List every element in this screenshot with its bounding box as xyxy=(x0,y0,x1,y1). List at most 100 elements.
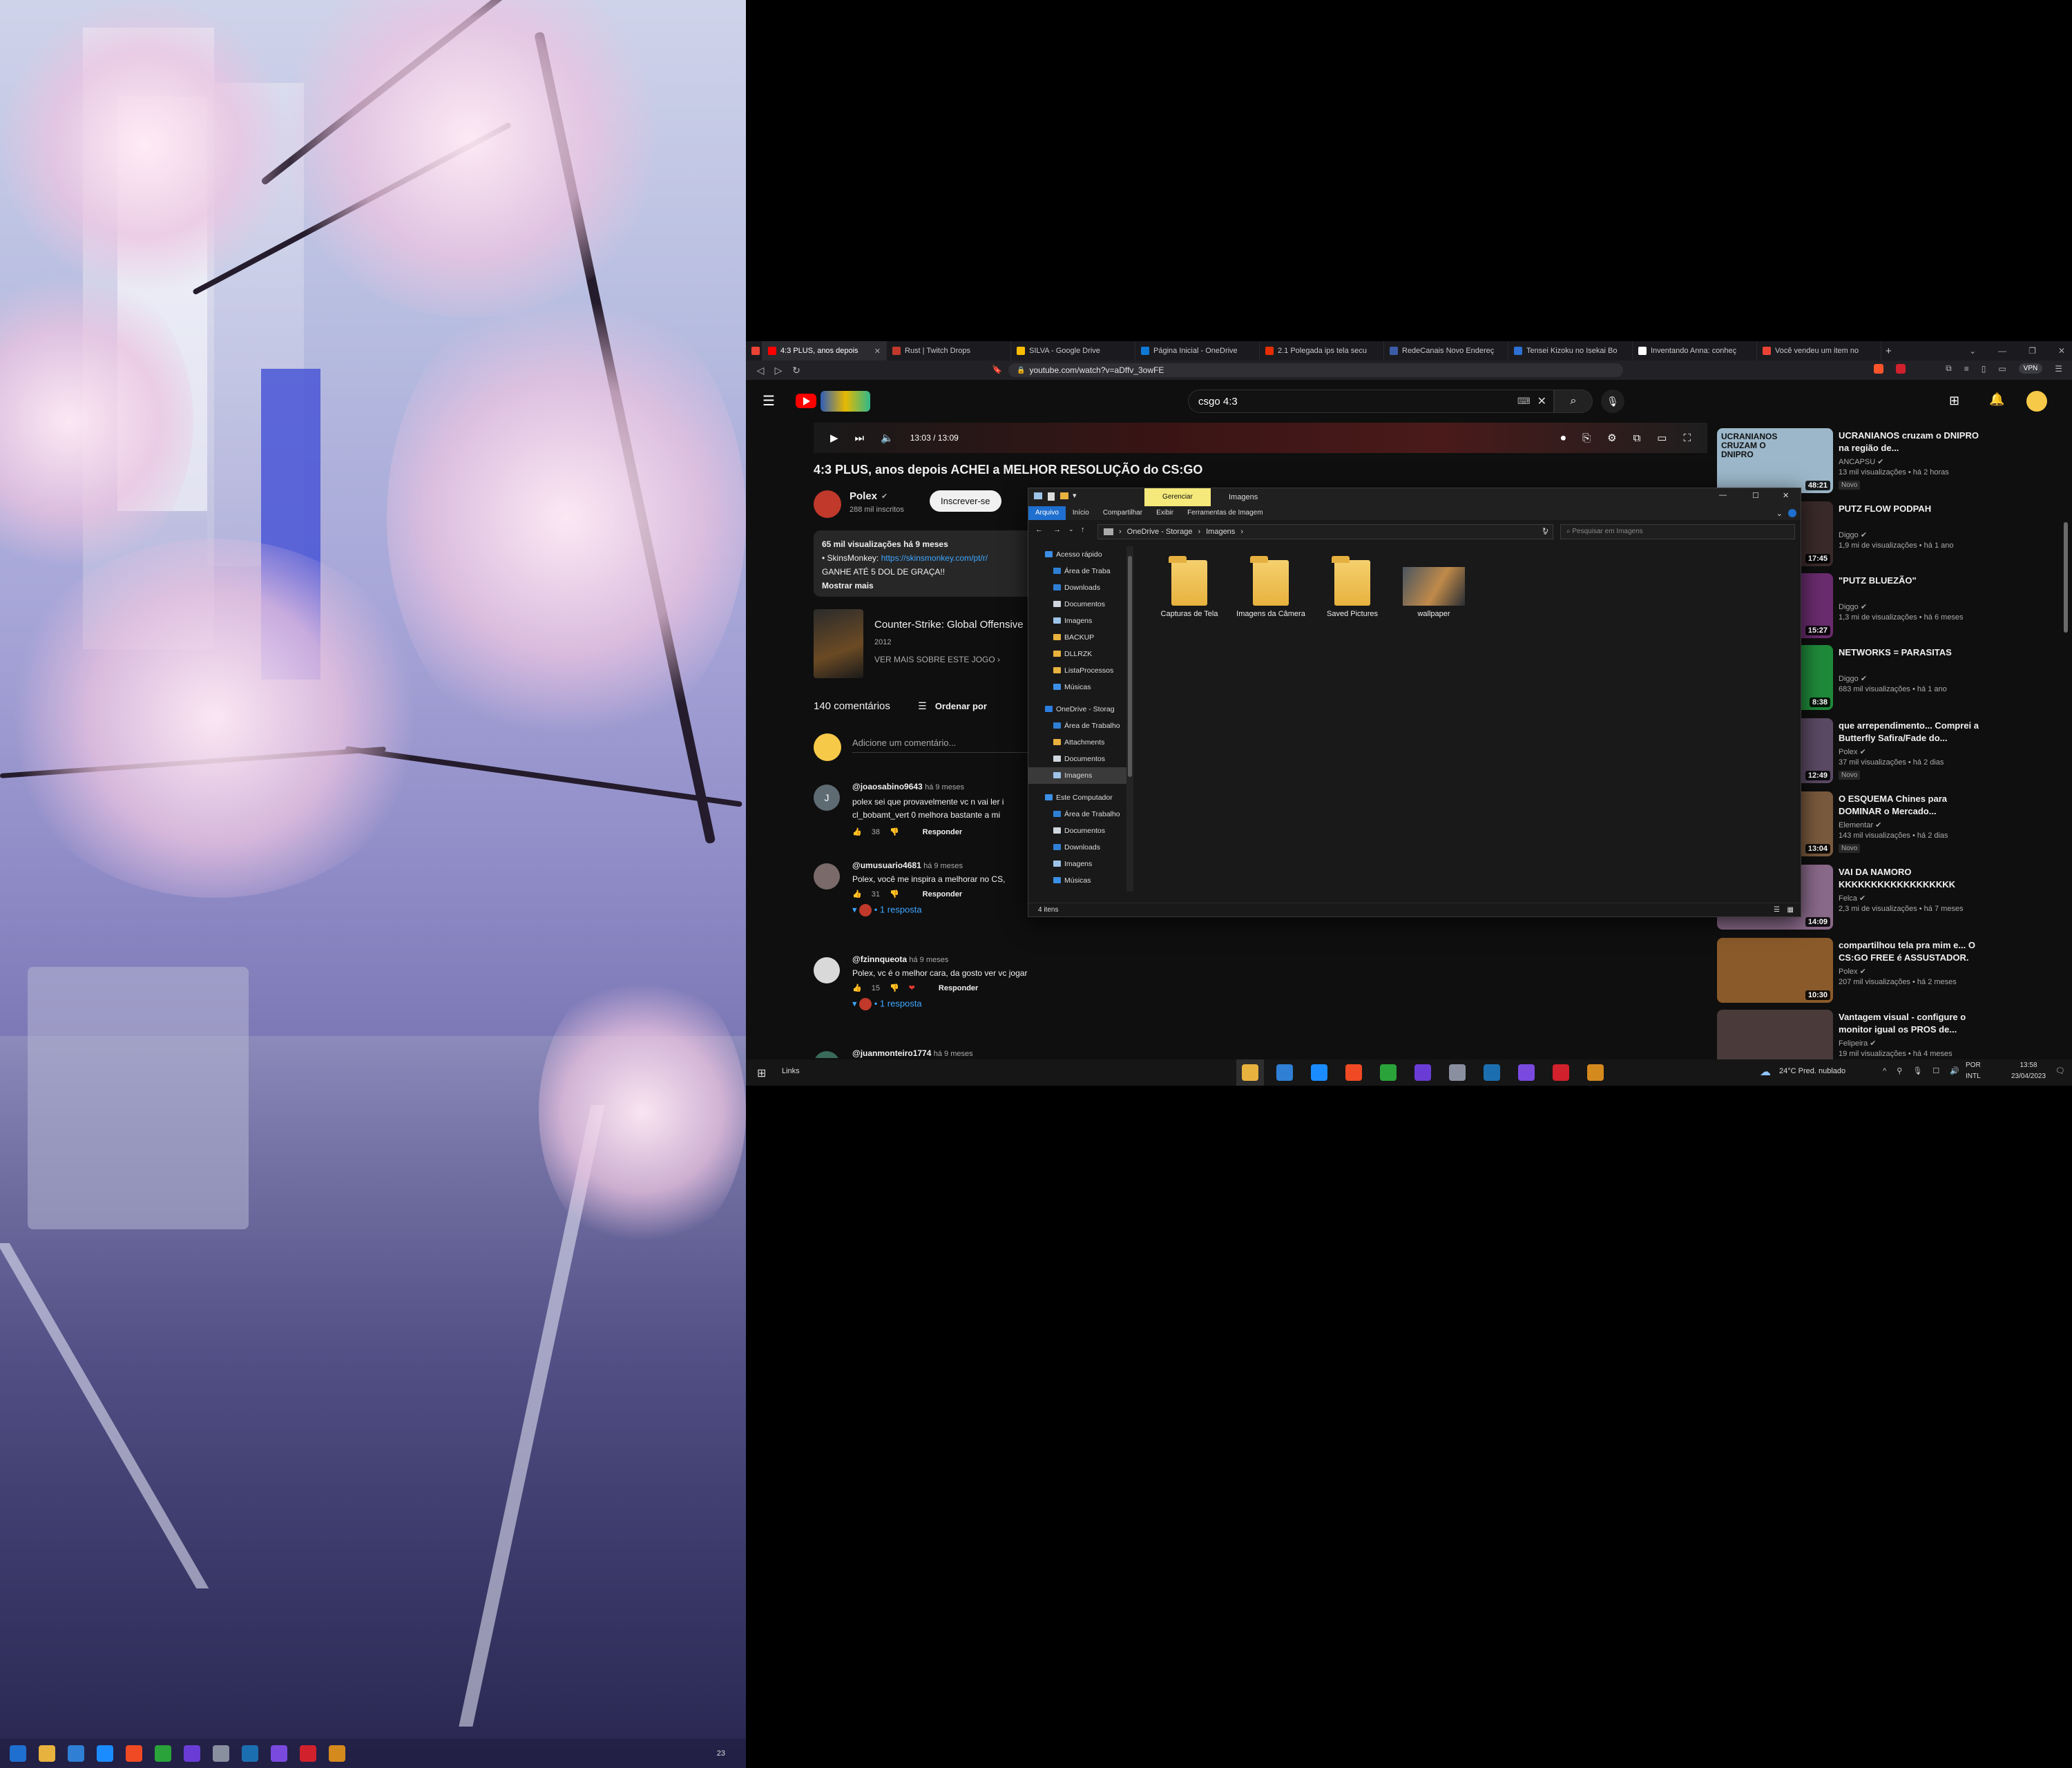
browser-tab[interactable]: Você vendeu um item no xyxy=(1757,341,1881,361)
miniplayer-icon[interactable]: ⧉ xyxy=(1633,432,1641,444)
close-icon[interactable]: ✕ xyxy=(2058,346,2065,356)
volume-icon[interactable]: 🔈 xyxy=(881,432,894,444)
bookmark-icon[interactable]: 🔖 xyxy=(992,365,1002,374)
nav-item[interactable]: DLLRZK xyxy=(1028,646,1133,662)
steam-icon[interactable] xyxy=(242,1745,258,1762)
nav-item[interactable]: Imagens xyxy=(1028,856,1133,872)
steam-icon[interactable] xyxy=(1484,1064,1500,1081)
like-icon[interactable]: 👍 xyxy=(852,827,862,836)
store-icon[interactable] xyxy=(1276,1064,1293,1081)
wallet-icon[interactable]: ▭ xyxy=(1998,364,2006,374)
dislike-icon[interactable]: 👎 xyxy=(890,983,899,992)
video-thumbnail[interactable]: UCRANIANOS CRUZAM O DNIPRO 48:21 xyxy=(1717,428,1833,493)
nav-item[interactable]: BACKUP xyxy=(1028,629,1133,646)
description-link[interactable]: https://skinsmonkey.com/pt/r/ xyxy=(881,553,988,563)
weather-text[interactable]: 24°C Pred. nublado xyxy=(1779,1067,1845,1075)
discord-icon[interactable] xyxy=(1414,1064,1431,1081)
app-icon[interactable] xyxy=(1518,1064,1535,1081)
image-item[interactable]: wallpaper xyxy=(1396,560,1472,618)
keyboard-icon[interactable]: ⌨ xyxy=(1517,396,1531,407)
video-title[interactable]: Vantagem visual - configure o monitor ig… xyxy=(1839,1011,1984,1036)
video-channel[interactable]: Diggo ✔ xyxy=(1839,674,1867,683)
replies-toggle[interactable]: ▾ • 1 resposta xyxy=(852,904,1035,916)
app-icon[interactable] xyxy=(271,1745,287,1762)
create-video-icon[interactable]: ⊞ xyxy=(1949,394,1959,408)
close-icon[interactable]: ✕ xyxy=(1783,491,1789,500)
nav-item[interactable]: Documentos xyxy=(1028,751,1133,767)
csgo-icon[interactable] xyxy=(1587,1064,1604,1081)
tab-search-icon[interactable]: ⌄ xyxy=(1969,346,1976,356)
explorer-search-input[interactable]: ⌕ Pesquisar em Imagens xyxy=(1560,524,1795,539)
tab-close-icon[interactable]: ✕ xyxy=(874,347,881,356)
reply-button[interactable]: Responder xyxy=(923,828,962,836)
maximize-icon[interactable]: ☐ xyxy=(1752,491,1759,500)
vpn-button[interactable]: VPN xyxy=(2018,363,2043,374)
recommended-video[interactable]: 10:30 compartilhou tela pra mim e... O CS… xyxy=(1717,938,2062,1004)
new-tab-button[interactable]: + xyxy=(1886,345,1892,357)
amd-icon[interactable] xyxy=(300,1745,316,1762)
nav-item[interactable]: Documentos xyxy=(1028,596,1133,613)
forward-icon[interactable]: ▷ xyxy=(769,365,787,376)
comment-input[interactable]: Adicione um comentário... xyxy=(852,738,1032,753)
input-language[interactable]: POR xyxy=(1966,1061,1981,1069)
brave-shields-icon[interactable] xyxy=(1874,363,1884,374)
brave-icon[interactable] xyxy=(126,1745,142,1762)
dislike-icon[interactable]: 👎 xyxy=(890,827,899,836)
nav-item[interactable]: Área de Trabalho xyxy=(1028,718,1133,734)
file-explorer-icon[interactable] xyxy=(1242,1064,1258,1081)
expand-ribbon-icon[interactable]: ⌄ xyxy=(1776,509,1783,518)
nav-item[interactable]: Imagens xyxy=(1028,613,1133,629)
browser-tab[interactable]: Página Inicial - OneDrive xyxy=(1135,341,1260,361)
comment-author[interactable]: @fzinnqueota xyxy=(852,954,907,964)
windows-start-icon[interactable]: ⊞ xyxy=(757,1066,766,1080)
ribbon-tab-view[interactable]: Exibir xyxy=(1149,506,1180,520)
nav-group[interactable]: OneDrive - Storag xyxy=(1028,701,1133,718)
channel-name[interactable]: Polex xyxy=(850,490,877,502)
folder-item[interactable]: Imagens da Câmera xyxy=(1233,556,1309,618)
video-title[interactable]: PUTZ FLOW PODPAH xyxy=(1839,503,1984,515)
sidebar-icon[interactable]: ▯ xyxy=(1982,364,1986,374)
video-channel[interactable]: Polex ✔ xyxy=(1839,967,1866,976)
amd-icon[interactable] xyxy=(1553,1064,1569,1081)
autoplay-toggle[interactable]: ⏺ xyxy=(1561,432,1566,444)
nav-item[interactable]: Imagens xyxy=(1028,767,1133,784)
hamburger-menu-icon[interactable]: ☰ xyxy=(762,392,775,410)
like-icon[interactable]: 👍 xyxy=(852,890,862,899)
settings-gear-icon[interactable]: ⚙ xyxy=(1607,432,1616,444)
mail-icon[interactable] xyxy=(1311,1064,1327,1081)
context-tab-manage[interactable]: Gerenciar xyxy=(1144,488,1211,506)
browser-tab[interactable]: RedeCanais Novo Endereç xyxy=(1384,341,1508,361)
video-thumbnail[interactable]: 10:30 xyxy=(1717,938,1833,1003)
clock-date[interactable]: 23/04/2023 xyxy=(2004,1073,2053,1080)
ribbon-tab-image-tools[interactable]: Ferramentas de Imagem xyxy=(1180,506,1270,520)
app-icon[interactable] xyxy=(213,1745,229,1762)
video-title[interactable]: O ESQUEMA Chines para DOMINAR o Mercado.… xyxy=(1839,793,1984,818)
reload-icon[interactable]: ↻ xyxy=(787,365,805,376)
youtube-logo-icon[interactable] xyxy=(796,394,816,408)
nav-item[interactable]: Downloads xyxy=(1028,839,1133,856)
dislike-icon[interactable]: 👎 xyxy=(890,890,899,899)
ribbon-tab-home[interactable]: Início xyxy=(1066,506,1096,520)
help-icon[interactable] xyxy=(1788,509,1796,517)
video-title[interactable]: UCRANIANOS cruzam o DNIPRO na região de.… xyxy=(1839,430,1984,454)
video-channel[interactable]: Felca ✔ xyxy=(1839,894,1865,903)
brave-rewards-icon[interactable] xyxy=(1896,363,1906,374)
comment-avatar[interactable] xyxy=(814,1051,840,1058)
game-card[interactable]: Counter-Strike: Global Offensive 2012 VE… xyxy=(814,609,1042,678)
subscribe-button[interactable]: Inscrever-se xyxy=(930,490,1001,512)
restore-icon[interactable]: ❐ xyxy=(2028,346,2036,356)
quick-access-dropdown-icon[interactable]: ▾ xyxy=(1073,491,1077,500)
video-channel[interactable]: Elementar ✔ xyxy=(1839,820,1881,829)
nav-scrollbar[interactable] xyxy=(1126,546,1133,892)
fullscreen-icon[interactable]: ⛶ xyxy=(1683,432,1691,444)
game-cta[interactable]: VER MAIS SOBRE ESTE JOGO › xyxy=(874,655,1000,664)
up-icon[interactable]: ↑ xyxy=(1081,526,1085,534)
csgo-icon[interactable] xyxy=(329,1745,345,1762)
folder-item[interactable]: Saved Pictures xyxy=(1314,556,1390,618)
properties-icon[interactable] xyxy=(1048,492,1055,501)
mail-icon[interactable] xyxy=(97,1745,113,1762)
browser-tab[interactable]: Inventando Anna: conheç xyxy=(1633,341,1757,361)
folder-item[interactable]: Capturas de Tela xyxy=(1151,556,1227,618)
video-title[interactable]: compartilhou tela pra mim e... O CS:GO F… xyxy=(1839,939,1984,964)
extensions-icon[interactable]: ⧉ xyxy=(1946,363,1952,374)
